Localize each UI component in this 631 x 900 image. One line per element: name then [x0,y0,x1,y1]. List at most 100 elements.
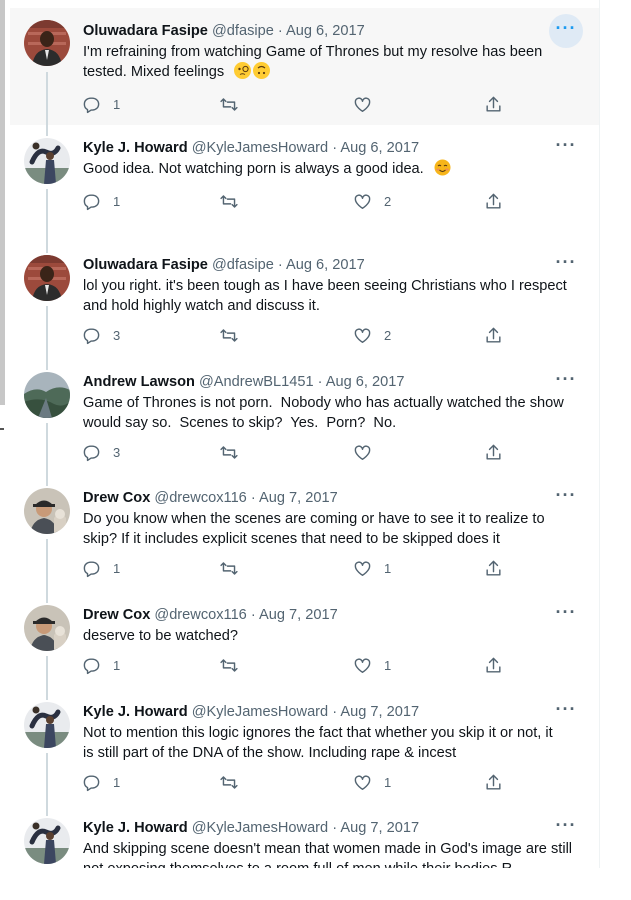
retweet-icon [220,659,238,672]
like-button[interactable]: 1 [353,559,391,578]
author-handle[interactable]: @drewcox116 [154,490,246,506]
reply-button[interactable]: 1 [82,559,120,578]
like-button[interactable]: 1 [353,656,391,675]
author-name[interactable]: Kyle J. Howard [83,820,188,836]
tweet-header: Kyle J. Howard @KyleJamesHoward · Aug 6,… [83,140,420,156]
author-handle[interactable]: @dfasipe [212,23,274,39]
author-handle[interactable]: @dfasipe [212,257,274,273]
more-icon: ··· [555,815,577,835]
reply-icon [83,97,100,114]
share-button[interactable] [484,773,503,792]
like-button[interactable] [353,443,384,462]
avatar[interactable] [24,255,70,301]
retweet-button[interactable] [219,326,251,345]
tweet-actions: 1 2 [82,192,512,212]
tweet[interactable]: Kyle J. Howard @KyleJamesHoward · Aug 6,… [10,125,599,242]
more-icon: ··· [555,602,577,622]
reply-button[interactable]: 1 [82,192,120,211]
tweet[interactable]: Oluwadara Fasipe @dfasipe · Aug 6, 2017 … [10,242,599,359]
author-name[interactable]: Oluwadara Fasipe [83,23,208,39]
like-button[interactable]: 2 [353,192,391,211]
tweet[interactable]: Kyle J. Howard @KyleJamesHoward · Aug 7,… [10,805,599,868]
tweet-date[interactable]: Aug 6, 2017 [286,257,365,273]
thread-line [46,475,48,486]
reply-count: 3 [113,445,121,460]
tweet[interactable]: Andrew Lawson @AndrewBL1451 · Aug 6, 201… [10,359,599,475]
share-button[interactable] [484,559,503,578]
thread-line [46,125,48,136]
retweet-button[interactable] [219,559,251,578]
reply-button[interactable]: 3 [82,443,120,462]
reply-count: 1 [113,97,121,112]
tweet[interactable]: Drew Cox @drewcox116 · Aug 7, 2017 ··· d… [10,592,599,689]
retweet-button[interactable] [219,443,251,462]
tweet[interactable]: Oluwadara Fasipe @dfasipe · Aug 6, 2017 … [10,8,599,125]
reply-button[interactable]: 1 [82,95,120,114]
like-button[interactable]: 1 [353,773,391,792]
tweet-header: Oluwadara Fasipe @dfasipe · Aug 6, 2017 [83,257,365,273]
tweet-date[interactable]: Aug 6, 2017 [326,374,405,390]
tweet-date[interactable]: Aug 7, 2017 [259,490,338,506]
tweet-date[interactable]: Aug 7, 2017 [259,607,338,623]
share-button[interactable] [484,95,503,114]
author-name[interactable]: Oluwadara Fasipe [83,257,208,273]
reply-count: 3 [113,328,121,343]
author-handle[interactable]: @KyleJamesHoward [192,820,328,836]
avatar[interactable] [24,605,70,651]
tweet-actions: 1 1 [82,773,512,793]
author-name[interactable]: Kyle J. Howard [83,140,188,156]
tweet-date[interactable]: Aug 6, 2017 [340,140,419,156]
like-button[interactable] [353,95,384,114]
page-scrollbar[interactable] [0,0,5,405]
like-button[interactable]: 2 [353,326,391,345]
reply-button[interactable]: 1 [82,773,120,792]
share-button[interactable] [484,326,503,345]
author-handle[interactable]: @drewcox116 [154,607,246,623]
tweet-date[interactable]: Aug 6, 2017 [286,23,365,39]
avatar[interactable] [24,372,70,418]
like-count: 2 [384,194,392,209]
author-name[interactable]: Andrew Lawson [83,374,195,390]
thread-line [46,72,48,125]
tweet-date[interactable]: Aug 7, 2017 [340,820,419,836]
author-handle[interactable]: @AndrewBL1451 [199,374,314,390]
share-button[interactable] [484,192,503,211]
avatar[interactable] [24,818,70,864]
author-name[interactable]: Drew Cox [83,607,150,623]
tweet[interactable]: Drew Cox @drewcox116 · Aug 7, 2017 ··· D… [10,475,599,592]
retweet-icon [220,98,238,111]
thread-line [46,242,48,253]
like-count: 1 [384,775,392,790]
share-button[interactable] [484,656,503,675]
reply-count: 1 [113,194,121,209]
tweet-header: Kyle J. Howard @KyleJamesHoward · Aug 7,… [83,704,420,720]
share-icon [486,774,501,790]
author-handle[interactable]: @KyleJamesHoward [192,704,328,720]
tweet-actions: 1 1 [82,559,512,579]
avatar[interactable] [24,702,70,748]
tweet-date[interactable]: Aug 7, 2017 [340,704,419,720]
retweet-button[interactable] [219,192,251,211]
share-button[interactable] [484,443,503,462]
tweet-text: And skipping scene doesn't mean that wom… [83,841,573,868]
reply-count: 1 [113,775,121,790]
face-with-monocle-emoji [234,62,252,79]
thread-line [46,656,48,689]
retweet-button[interactable] [219,773,251,792]
share-icon [486,657,501,673]
avatar[interactable] [24,488,70,534]
author-handle[interactable]: @KyleJamesHoward [192,140,328,156]
more-icon: ··· [555,18,577,38]
reply-button[interactable]: 3 [82,326,120,345]
reply-icon [83,194,100,211]
tweet[interactable]: Kyle J. Howard @KyleJamesHoward · Aug 7,… [10,689,599,805]
retweet-icon [220,562,238,575]
author-name[interactable]: Kyle J. Howard [83,704,188,720]
avatar[interactable] [24,20,70,66]
retweet-icon [220,329,238,342]
retweet-button[interactable] [219,95,251,114]
retweet-button[interactable] [219,656,251,675]
reply-button[interactable]: 1 [82,656,120,675]
avatar[interactable] [24,138,70,184]
author-name[interactable]: Drew Cox [83,490,150,506]
